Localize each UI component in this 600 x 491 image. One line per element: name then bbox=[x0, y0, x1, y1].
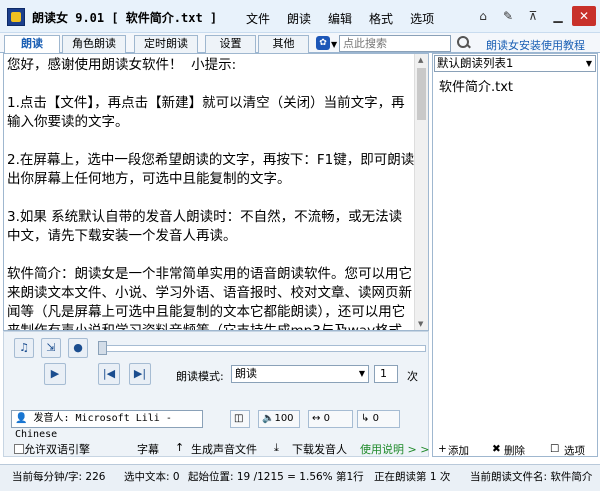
status-bar: 当前每分钟/字: 226 选中文本: 0 起始位置: 19 /1215 = 1.… bbox=[0, 464, 600, 491]
menu-format[interactable]: 格式 bbox=[369, 10, 393, 27]
tools-icon[interactable]: ✎ bbox=[497, 6, 519, 26]
tab-timed-read[interactable]: 定时朗读 bbox=[134, 35, 198, 53]
tab-role-read[interactable]: 角色朗读 bbox=[62, 35, 126, 53]
chevron-down-icon[interactable]: ▼ bbox=[359, 366, 365, 382]
subtitle-button[interactable]: 字幕 bbox=[137, 441, 159, 457]
speaker-settings-icon[interactable]: ◫ bbox=[230, 410, 250, 428]
playlist-panel: 默认朗读列表1 ▼ 软件简介.txt bbox=[432, 53, 598, 457]
options-button[interactable]: 选项 bbox=[564, 443, 585, 458]
tab-read[interactable]: 朗读 bbox=[4, 35, 60, 54]
tab-other[interactable]: 其他 bbox=[258, 35, 309, 53]
search-input[interactable] bbox=[339, 35, 451, 52]
pitch-value: 0 bbox=[372, 413, 379, 424]
status-reading: 正在朗读第 1 次 bbox=[374, 471, 451, 483]
playlist-select[interactable]: 默认朗读列表1 ▼ bbox=[434, 55, 596, 72]
text-editor[interactable]: 您好，感谢使用朗读女软件！ 小提示: 1.点击【文件】，再点击【新建】就可以清空… bbox=[3, 53, 429, 331]
generate-audio-button[interactable]: 生成声音文件 bbox=[191, 441, 257, 457]
minimize-icon[interactable]: ▁ bbox=[547, 6, 569, 26]
previous-icon[interactable]: |◀ bbox=[98, 363, 120, 385]
import-icon[interactable]: ⇲ bbox=[41, 338, 61, 358]
add-button[interactable]: 添加 bbox=[448, 443, 469, 458]
tutorial-link[interactable]: 朗读女安装使用教程 bbox=[486, 37, 585, 53]
pitch-icon: ↳ bbox=[361, 413, 373, 424]
playlist-item[interactable]: 软件简介.txt bbox=[439, 76, 513, 95]
upload-icon: ↑ bbox=[175, 441, 185, 454]
chevron-down-icon[interactable]: ▼ bbox=[586, 56, 592, 71]
pitch-control[interactable]: ↳ 0 bbox=[357, 410, 400, 428]
download-speaker-button[interactable]: 下载发音人 bbox=[292, 441, 347, 457]
editor-scrollbar[interactable]: ▲ ▼ bbox=[414, 54, 428, 330]
app-logo-icon bbox=[7, 8, 25, 26]
delete-button[interactable]: 删除 bbox=[504, 443, 525, 458]
download-icon: ⤓ bbox=[274, 441, 279, 454]
status-selected: 选中文本: 0 bbox=[124, 471, 180, 483]
playback-controls: ♫ ⇲ ● ▶ |◀ ▶| 朗读模式: 朗读 ▼ 1 次 👤 发音人: Micr… bbox=[3, 331, 429, 457]
menu-edit[interactable]: 编辑 bbox=[328, 10, 352, 27]
next-icon[interactable]: ▶| bbox=[129, 363, 151, 385]
pin-icon[interactable]: ⊼ bbox=[522, 6, 544, 26]
menu-read[interactable]: 朗读 bbox=[287, 10, 311, 27]
volume-value: 100 bbox=[274, 413, 294, 424]
window-title: 朗读女 9.01 [ 软件简介.txt ] bbox=[32, 11, 218, 25]
delete-icon: ✖ bbox=[492, 443, 501, 455]
usage-link[interactable]: 使用说明 > > bbox=[360, 441, 429, 457]
mode-select[interactable]: 朗读 ▼ bbox=[231, 365, 369, 383]
add-icon: + bbox=[438, 443, 447, 455]
close-icon[interactable]: ✕ bbox=[572, 6, 596, 26]
title-bar: 朗读女 9.01 [ 软件简介.txt ] 文件 朗读 编辑 格式 选项 ⌂ ✎… bbox=[0, 0, 600, 33]
music-note-icon[interactable]: ♫ bbox=[14, 338, 34, 358]
editor-content[interactable]: 您好，感谢使用朗读女软件！ 小提示: 1.点击【文件】，再点击【新建】就可以清空… bbox=[7, 56, 415, 330]
speaker-select[interactable]: 👤 发音人: Microsoft Lili - Chinese bbox=[11, 410, 203, 440]
status-speed: 当前每分钟/字: 226 bbox=[12, 471, 106, 483]
chevron-down-icon[interactable]: ▼ bbox=[331, 40, 337, 49]
microphone-icon[interactable]: ● bbox=[68, 338, 88, 358]
scroll-down-icon[interactable]: ▼ bbox=[418, 320, 423, 328]
repeat-count-input[interactable]: 1 bbox=[374, 365, 398, 383]
playlist-select-value: 默认朗读列表1 bbox=[437, 56, 514, 70]
scroll-up-icon[interactable]: ▲ bbox=[418, 56, 423, 64]
volume-icon: 🔈 bbox=[262, 413, 275, 424]
mode-label: 朗读模式: bbox=[176, 370, 224, 383]
status-current-file: 当前朗读文件名: 软件简介 bbox=[470, 471, 593, 483]
repeat-unit: 次 bbox=[407, 370, 418, 383]
progress-bar[interactable] bbox=[98, 345, 426, 352]
status-position: 起始位置: 19 /1215 = 1.56% bbox=[188, 471, 333, 483]
paw-icon[interactable]: ✿ bbox=[316, 36, 330, 50]
rate-icon: ↔ bbox=[312, 413, 324, 424]
menu-options[interactable]: 选项 bbox=[410, 10, 434, 27]
play-icon[interactable]: ▶ bbox=[44, 363, 66, 385]
scrollbar-thumb[interactable] bbox=[417, 68, 426, 120]
tab-settings[interactable]: 设置 bbox=[205, 35, 256, 53]
progress-handle[interactable] bbox=[98, 341, 107, 355]
status-line: 第1行 bbox=[336, 471, 364, 483]
search-icon[interactable] bbox=[456, 35, 470, 49]
window-controls: ⌂ ✎ ⊼ ▁ ✕ bbox=[472, 6, 596, 26]
home-icon[interactable]: ⌂ bbox=[472, 6, 494, 26]
speaker-label: 发音人: Microsoft Lili - Chinese bbox=[15, 413, 172, 440]
bottom-toolbar: 允许双语引擎 字幕 ↑ 生成声音文件 ⤓ 下载发音人 使用说明 > > bbox=[3, 441, 429, 457]
person-icon: 👤 bbox=[15, 413, 34, 424]
menu-file[interactable]: 文件 bbox=[246, 10, 270, 27]
volume-control[interactable]: 🔈100 bbox=[258, 410, 300, 428]
bilingual-label[interactable]: 允许双语引擎 bbox=[24, 441, 90, 457]
options-icon: ☐ bbox=[550, 443, 560, 455]
mode-select-value: 朗读 bbox=[235, 367, 257, 380]
rate-value: 0 bbox=[323, 413, 330, 424]
rate-control[interactable]: ↔ 0 bbox=[308, 410, 353, 428]
menu-bar: 文件 朗读 编辑 格式 选项 bbox=[246, 10, 451, 27]
playlist-actions: + 添加 ✖ 删除 ☐ 选项 bbox=[432, 443, 598, 457]
